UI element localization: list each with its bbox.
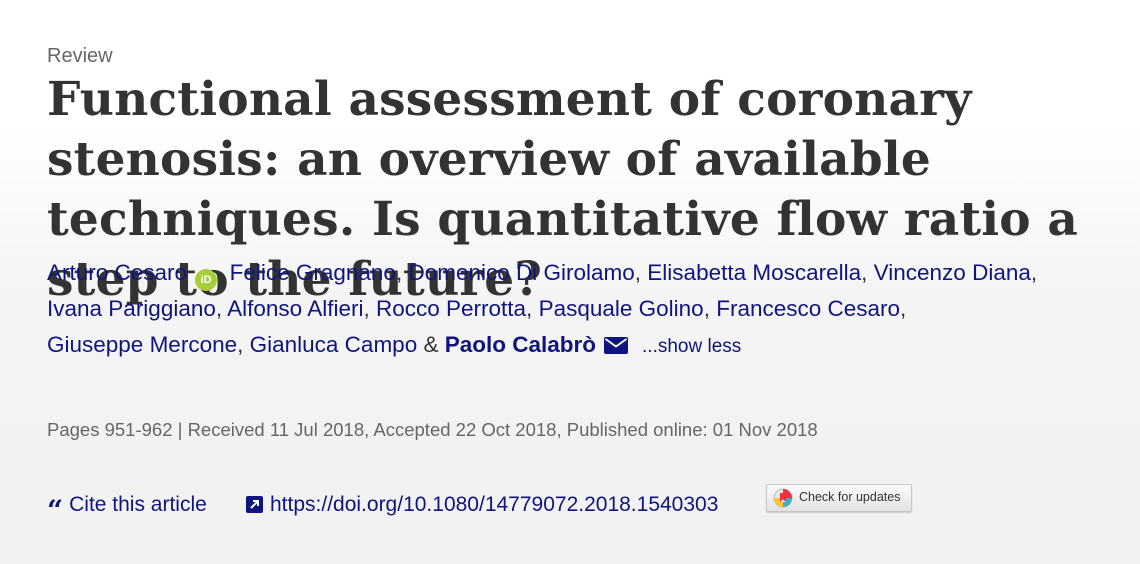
author-separator: , <box>363 296 376 321</box>
author-link[interactable]: Ivana Pariggiano <box>47 296 216 321</box>
author-link[interactable]: Elisabetta Moscarella <box>647 260 861 285</box>
check-for-updates-button[interactable]: Check for updates <box>766 484 912 512</box>
orcid-icon[interactable]: iD <box>195 269 218 291</box>
author-link[interactable]: Domenico Di Girolamo <box>408 260 634 285</box>
author-separator: , <box>395 260 409 285</box>
author-link[interactable]: Vincenzo Diana <box>874 260 1031 285</box>
corresponding-author-link[interactable]: Paolo Calabrò <box>445 332 596 357</box>
author-separator: , <box>703 296 717 321</box>
external-link-icon <box>246 496 263 513</box>
author-link[interactable]: Gianluca Campo <box>250 332 418 357</box>
author-separator: , <box>634 260 648 285</box>
author-link[interactable]: Pasquale Golino <box>539 296 704 321</box>
doi-link[interactable]: https://doi.org/10.1080/14779072.2018.15… <box>246 493 718 517</box>
doi-url: https://doi.org/10.1080/14779072.2018.15… <box>270 493 719 516</box>
cite-article-button[interactable]: “Cite this article <box>47 493 207 527</box>
author-link[interactable]: Francesco Cesaro <box>716 296 900 321</box>
author-link[interactable]: Rocco Perrotta <box>376 296 526 321</box>
author-link[interactable]: Giuseppe Mercone <box>47 332 237 357</box>
publication-meta: Pages 951-962 | Received 11 Jul 2018, Ac… <box>47 419 818 440</box>
author-separator: , <box>217 260 230 285</box>
author-separator: , <box>900 296 907 321</box>
author-list: Arturo Cesaro iD, Felice Gragnano, Domeni… <box>47 255 1127 365</box>
author-separator: , <box>526 296 539 321</box>
author-ampersand: & <box>417 332 445 357</box>
check-updates-label: Check for updates <box>799 490 901 504</box>
author-separator: , <box>215 296 228 321</box>
crossmark-icon <box>773 488 793 508</box>
show-less-toggle[interactable]: ...show less <box>642 336 741 357</box>
author-link[interactable]: Alfonso Alfieri <box>227 296 363 321</box>
cite-label: Cite this article <box>69 493 207 516</box>
envelope-icon[interactable] <box>604 337 629 354</box>
author-separator: , <box>237 332 250 357</box>
article-type: Review <box>47 45 113 67</box>
author-separator: , <box>1030 260 1038 285</box>
quote-icon: “ <box>47 494 64 527</box>
author-link[interactable]: Arturo Cesaro <box>47 260 187 285</box>
author-separator: , <box>861 260 874 285</box>
author-link[interactable]: Felice Gragnano <box>230 260 396 285</box>
article-actions: “Cite this article https://doi.org/10.10… <box>47 484 1127 527</box>
